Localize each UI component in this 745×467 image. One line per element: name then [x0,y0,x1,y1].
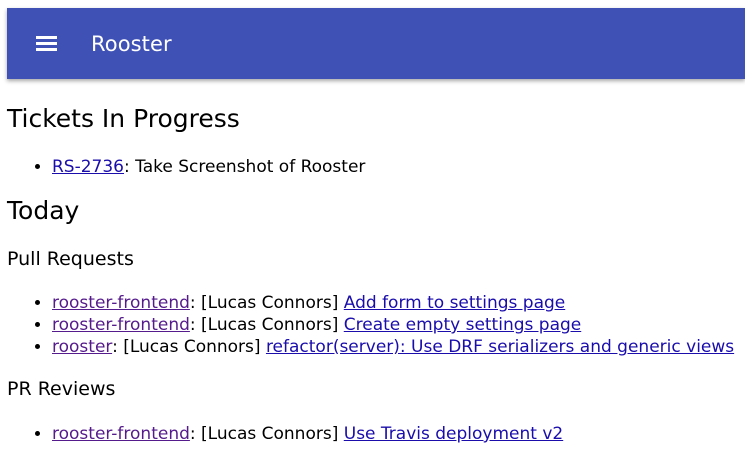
pr-author: : [Lucas Connors] [189,315,344,335]
pull-request-link[interactable]: Add form to settings page [344,293,565,313]
pr-reviews-heading: PR Reviews [7,378,116,400]
pr-reviews-list: rooster-frontend: [Lucas Connors] Use Tr… [7,423,737,445]
menu-bar-line [36,36,57,39]
app-title: Rooster [91,31,172,56]
menu-bar-line [36,48,57,51]
pull-request-item: rooster-frontend: [Lucas Connors] Add fo… [52,292,737,314]
tickets-in-progress-heading: Tickets In Progress [7,104,240,133]
app-bar: Rooster [7,8,745,79]
tickets-in-progress-list: RS-2736: Take Screenshot of Rooster [7,156,737,178]
repo-link[interactable]: rooster-frontend [52,293,190,313]
pull-requests-list: rooster-frontend: [Lucas Connors] Add fo… [7,292,737,358]
pull-request-link[interactable]: Create empty settings page [344,315,582,335]
page: Rooster Tickets In Progress RS-2736: Tak… [0,0,745,467]
repo-link[interactable]: rooster [52,337,112,357]
ticket-item: RS-2736: Take Screenshot of Rooster [52,156,737,178]
pr-author: : [Lucas Connors] [112,337,266,357]
pull-request-item: rooster-frontend: [Lucas Connors] Create… [52,314,737,336]
pr-author: : [Lucas Connors] [189,293,344,313]
repo-link[interactable]: rooster-frontend [52,315,190,335]
pr-author: : [Lucas Connors] [189,424,344,444]
pr-review-link[interactable]: Use Travis deployment v2 [344,424,563,444]
menu-bar-line [36,42,57,45]
pr-review-item: rooster-frontend: [Lucas Connors] Use Tr… [52,423,737,445]
ticket-separator: : [124,157,136,177]
ticket-summary: Take Screenshot of Rooster [135,157,366,177]
main-content: Tickets In Progress RS-2736: Take Screen… [7,100,737,445]
pull-request-item: rooster: [Lucas Connors] refactor(server… [52,336,737,358]
pull-requests-heading: Pull Requests [7,248,134,270]
menu-icon[interactable] [36,32,60,56]
today-heading: Today [7,196,80,225]
pull-request-link[interactable]: refactor(server): Use DRF serializers an… [266,337,734,357]
ticket-link[interactable]: RS-2736 [52,157,124,177]
repo-link[interactable]: rooster-frontend [52,424,190,444]
